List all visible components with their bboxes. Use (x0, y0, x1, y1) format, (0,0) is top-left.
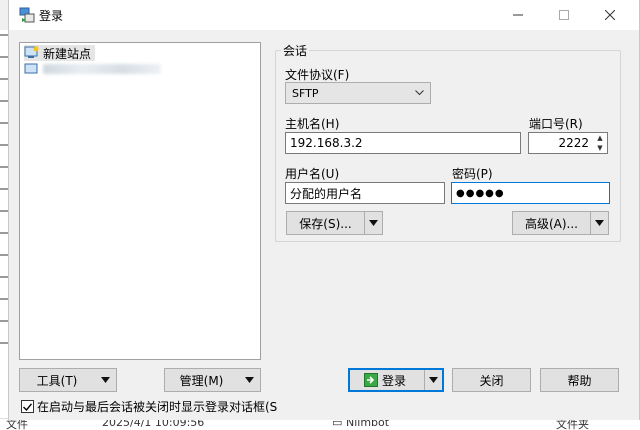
port-input[interactable]: 2222 (528, 132, 594, 154)
protocol-value: SFTP (292, 86, 319, 100)
window-title: 登录 (39, 9, 64, 23)
site-tree-item-label: 新建站点 (43, 46, 92, 61)
tools-button-label: 工具(T) (36, 373, 78, 388)
login-dropdown-icon[interactable] (424, 370, 442, 390)
new-site-icon (24, 46, 39, 58)
maximize-button[interactable] (541, 0, 587, 30)
redacted-site-name (43, 64, 161, 74)
help-button[interactable]: 帮助 (540, 368, 619, 392)
close-button-label: 关闭 (479, 373, 504, 388)
username-value: 分配的用户名 (290, 186, 363, 201)
protocol-label: 文件协议(F) (285, 68, 350, 82)
close-window-button[interactable] (587, 0, 633, 30)
show-login-checkbox[interactable] (21, 400, 34, 413)
chevron-down-icon (415, 90, 424, 96)
save-button-label: 保存(S)... (299, 216, 352, 231)
close-icon (605, 10, 615, 20)
port-value: 2222 (558, 136, 589, 150)
minimize-button[interactable] (495, 0, 541, 30)
show-login-checkbox-label: 在启动与最后会话被关闭时显示登录对话框(S (37, 400, 278, 414)
save-button[interactable]: 保存(S)... (286, 211, 383, 235)
help-button-label: 帮助 (567, 373, 592, 388)
title-bar[interactable]: 登录 (9, 0, 639, 30)
login-button[interactable]: 登录 (348, 368, 444, 392)
login-icon (364, 373, 378, 387)
tools-button[interactable]: 工具(T) (19, 368, 117, 392)
port-label: 端口号(R) (529, 117, 583, 131)
close-button[interactable]: 关闭 (452, 368, 531, 392)
spin-up-icon[interactable]: ▲ (593, 133, 607, 143)
site-tree[interactable]: 新建站点 (19, 42, 261, 360)
checkmark-icon (23, 402, 32, 411)
manage-dropdown-icon (238, 377, 260, 383)
protocol-select[interactable]: SFTP (285, 82, 431, 104)
save-dropdown-icon[interactable] (364, 212, 382, 234)
advanced-button[interactable]: 高级(A)... (512, 211, 609, 235)
host-value: 192.168.3.2 (290, 136, 363, 150)
port-spinner[interactable]: ▲ ▼ (593, 132, 608, 154)
maximize-icon (559, 10, 569, 20)
tools-dropdown-icon (94, 377, 116, 383)
host-label: 主机名(H) (285, 117, 340, 131)
password-label: 密码(P) (452, 167, 493, 181)
minimize-icon (513, 14, 523, 16)
username-input[interactable]: 分配的用户名 (285, 182, 445, 204)
host-input[interactable]: 192.168.3.2 (285, 132, 521, 154)
login-dialog: 登录 新建站点 会话 文件协议(F) SFTP 主机名(H) 192.168.3… (8, 0, 640, 420)
advanced-dropdown-icon[interactable] (590, 212, 608, 234)
advanced-button-label: 高级(A)... (524, 216, 579, 231)
winscp-app-icon (19, 7, 35, 23)
password-input[interactable]: ●●●●● (451, 182, 610, 204)
spin-down-icon[interactable]: ▼ (593, 143, 607, 153)
show-login-on-startup-option[interactable]: 在启动与最后会话被关闭时显示登录对话框(S (21, 398, 279, 415)
site-tree-item-redacted[interactable] (24, 61, 161, 77)
username-label: 用户名(U) (285, 167, 340, 181)
manage-button-label: 管理(M) (179, 373, 224, 388)
manage-button[interactable]: 管理(M) (164, 368, 261, 392)
session-group-title: 会话 (281, 42, 310, 59)
site-icon (24, 63, 38, 74)
password-value: ●●●●● (456, 187, 505, 199)
site-tree-item-new-site[interactable]: 新建站点 (24, 45, 96, 61)
login-button-label: 登录 (382, 373, 407, 388)
